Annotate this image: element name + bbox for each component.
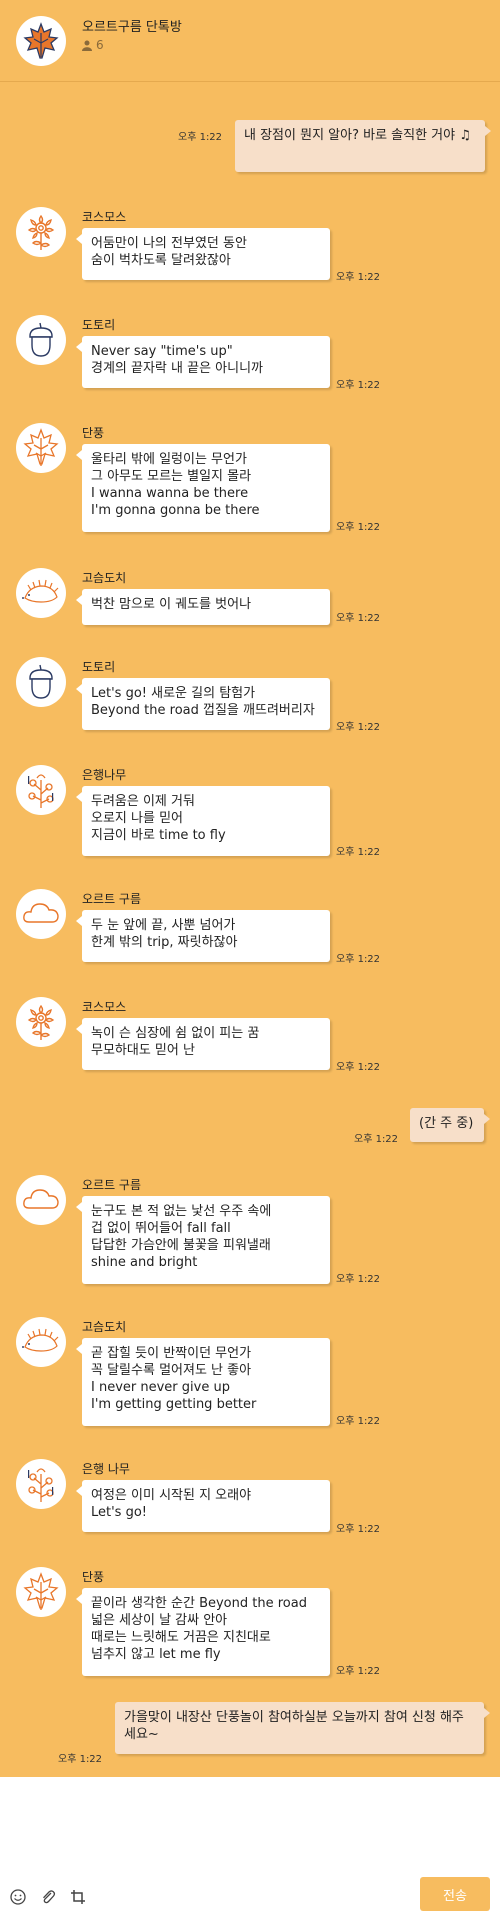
sender-avatar[interactable]	[16, 997, 66, 1047]
message-time: 오후 1:22	[336, 1416, 381, 1427]
maple-leaf-icon	[19, 1570, 63, 1614]
outgoing-message[interactable]: (간 주 중)	[410, 1108, 490, 1142]
incoming-message[interactable]: 두려움은 이제 거둬 오로지 나를 믿어 지금이 바로 time to fly	[76, 786, 330, 856]
message-time: 오후 1:22	[354, 1134, 399, 1145]
member-count-value: 6	[96, 38, 104, 52]
sender-avatar[interactable]	[16, 765, 66, 815]
sender-name: 단풍	[82, 426, 105, 440]
message-time: 오후 1:22	[58, 1754, 103, 1765]
message-time: 오후 1:22	[336, 1062, 381, 1073]
outgoing-message[interactable]: 내 장점이 뭔지 알아? 바로 솔직한 거야 ♫	[235, 120, 491, 172]
incoming-message[interactable]: 곧 잡힐 듯이 반짝이던 무언가 꼭 달릴수록 멀어져도 난 좋아 I neve…	[76, 1338, 330, 1426]
hedgehog-icon	[19, 1320, 63, 1364]
cloud-icon	[19, 892, 63, 936]
message-time: 오후 1:22	[336, 1524, 381, 1535]
outgoing-message[interactable]: 가을맞이 내장산 단풍놀이 참여하실분 오늘까지 참여 신청 해주세요~	[115, 1702, 490, 1754]
sender-name: 오르트 구름	[82, 1178, 142, 1192]
incoming-message[interactable]: 여정은 이미 시작된 지 오래야 Let's go!	[76, 1480, 330, 1532]
incoming-message[interactable]: 울타리 밖에 일렁이는 무언가 그 아무도 모르는 별일지 몰라 I wanna…	[76, 444, 330, 532]
cosmos-flower-icon	[19, 1000, 63, 1044]
message-time: 오후 1:22	[336, 522, 381, 533]
attach-icon[interactable]	[38, 1887, 58, 1907]
maple-leaf-icon	[19, 426, 63, 470]
ginkgo-tree-icon	[19, 1462, 63, 1506]
composer: 전송	[0, 1777, 500, 1918]
sender-name: 고슴도치	[82, 1320, 127, 1334]
sender-name: 단풍	[82, 1570, 105, 1584]
crop-icon[interactable]	[68, 1887, 88, 1907]
hedgehog-icon	[19, 571, 63, 615]
message-input[interactable]	[0, 1777, 500, 1872]
incoming-message[interactable]: 벅찬 맘으로 이 궤도를 벗어나	[76, 589, 330, 625]
chat-header: 오르트구름 단톡방 6	[0, 0, 500, 82]
maple-leaf-icon	[23, 22, 59, 59]
message-time: 오후 1:22	[336, 1274, 381, 1285]
sender-avatar[interactable]	[16, 657, 66, 707]
message-time: 오후 1:22	[336, 722, 381, 733]
sender-name: 도토리	[82, 318, 116, 332]
incoming-message[interactable]: 두 눈 앞에 끝, 사뿐 넘어가 한계 밖의 trip, 짜릿하잖아	[76, 910, 330, 962]
member-count: 6	[82, 38, 104, 52]
sender-name: 은행나무	[82, 768, 127, 782]
sender-avatar[interactable]	[16, 1459, 66, 1509]
message-time: 오후 1:22	[336, 1666, 381, 1677]
message-time: 오후 1:22	[336, 380, 381, 391]
message-time: 오후 1:22	[336, 272, 381, 283]
sender-avatar[interactable]	[16, 1317, 66, 1367]
send-button[interactable]: 전송	[420, 1877, 490, 1911]
person-icon	[82, 40, 92, 51]
sender-avatar[interactable]	[16, 1175, 66, 1225]
cosmos-flower-icon	[19, 210, 63, 254]
incoming-message[interactable]: 끝이라 생각한 순간 Beyond the road 넓은 세상이 날 감싸 안…	[76, 1588, 330, 1676]
sender-avatar[interactable]	[16, 207, 66, 257]
message-time: 오후 1:22	[336, 847, 381, 858]
sender-avatar[interactable]	[16, 315, 66, 365]
sender-name: 코스모스	[82, 1000, 127, 1014]
sender-name: 고슴도치	[82, 571, 127, 585]
message-time: 오후 1:22	[336, 613, 381, 624]
incoming-message[interactable]: 눈구도 본 적 없는 낯선 우주 속에 겁 없이 뛰어들어 fall fall …	[76, 1196, 330, 1284]
sender-name: 도토리	[82, 660, 116, 674]
sender-name: 은행 나무	[82, 1462, 130, 1476]
acorn-icon	[19, 660, 63, 704]
sender-avatar[interactable]	[16, 889, 66, 939]
sender-name: 오르트 구름	[82, 892, 142, 906]
acorn-icon	[19, 318, 63, 362]
room-avatar[interactable]	[16, 16, 66, 66]
emoji-icon[interactable]	[8, 1887, 28, 1907]
message-time: 오후 1:22	[336, 954, 381, 965]
composer-tools	[8, 1887, 88, 1907]
message-time: 오후 1:22	[178, 132, 223, 143]
sender-avatar[interactable]	[16, 1567, 66, 1617]
incoming-message[interactable]: 어둠만이 나의 전부였던 동안 숨이 벅차도록 달려왔잖아	[76, 228, 330, 280]
sender-name: 코스모스	[82, 210, 127, 224]
cloud-icon	[19, 1178, 63, 1222]
incoming-message[interactable]: Let's go! 새로운 길의 탐험가 Beyond the road 껍질을…	[76, 678, 330, 730]
incoming-message[interactable]: 녹이 슨 심장에 쉼 없이 피는 꿈 무모하대도 믿어 난	[76, 1018, 330, 1070]
ginkgo-tree-icon	[19, 768, 63, 812]
message-list[interactable]: 내 장점이 뭔지 알아? 바로 솔직한 거야 ♫ 오후 1:22 코스모스 어둠만이 …	[0, 82, 500, 1777]
room-title: 오르트구름 단톡방	[82, 20, 182, 35]
incoming-message[interactable]: Never say "time's up" 경계의 끝자락 내 끝은 아니니까	[76, 336, 330, 388]
sender-avatar[interactable]	[16, 423, 66, 473]
sender-avatar[interactable]	[16, 568, 66, 618]
